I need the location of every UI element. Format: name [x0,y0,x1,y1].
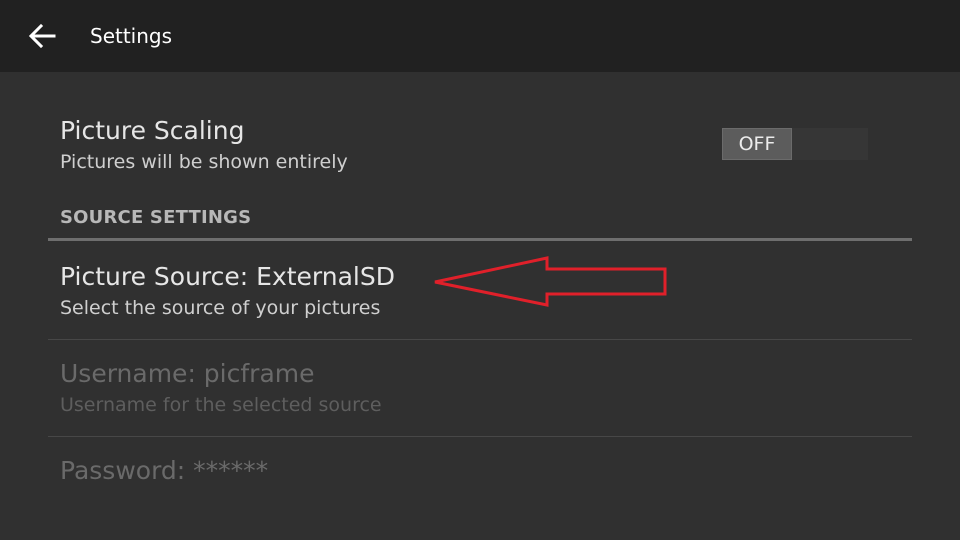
picture-scaling-preference[interactable]: Picture Scaling Pictures will be shown e… [60,116,348,174]
picture-source-summary: Select the source of your pictures [60,297,381,319]
toggle-state-label: OFF [722,128,792,160]
source-settings-header: SOURCE SETTINGS [60,207,252,228]
picture-scaling-summary: Pictures will be shown entirely [60,151,348,173]
list-divider [48,436,912,437]
back-button[interactable] [22,18,62,54]
username-preference: Username: picframe Username for the sele… [60,359,382,417]
settings-screen: Settings Picture Scaling Pictures will b… [0,0,960,540]
red-arrow-annotation [434,256,667,307]
password-title: Password: ****** [60,456,269,485]
list-divider [48,339,912,340]
username-summary: Username for the selected source [60,394,382,416]
picture-source-title: Picture Source: ExternalSD [60,262,395,291]
arrow-left-icon [28,23,56,49]
picture-source-preference[interactable]: Picture Source: ExternalSD Select the so… [60,262,395,320]
picture-scaling-toggle[interactable]: OFF [722,128,868,160]
action-bar: Settings [0,0,960,72]
page-title: Settings [90,24,173,48]
picture-scaling-title: Picture Scaling [60,116,245,145]
username-title: Username: picframe [60,359,315,388]
password-preference: Password: ****** [60,456,268,486]
category-divider [48,238,912,241]
